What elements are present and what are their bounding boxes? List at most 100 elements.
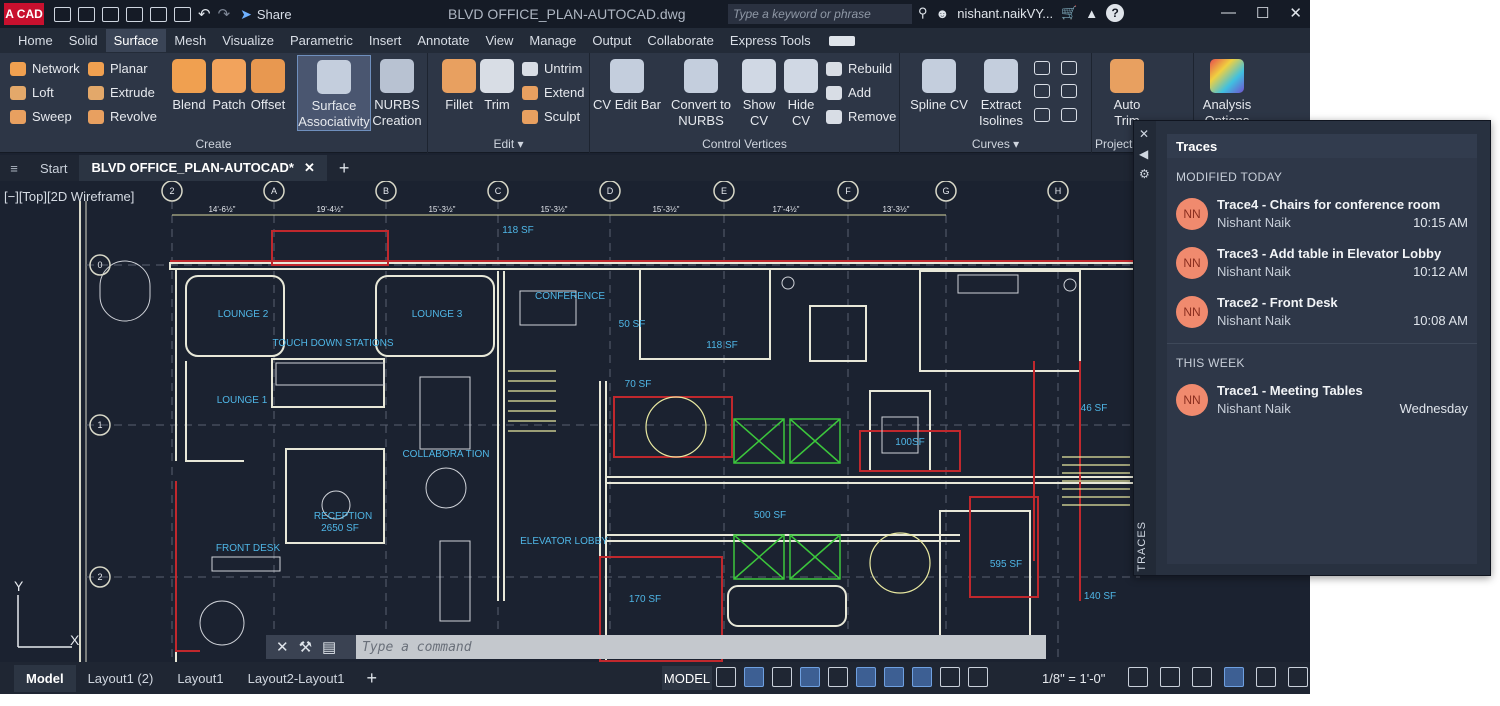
add-layout-icon[interactable]: + (356, 668, 387, 689)
annotation-visibility-icon[interactable] (912, 667, 932, 687)
analysis-options-button[interactable]: AnalysisOptions (1198, 59, 1256, 129)
auto-hide-icon[interactable]: ◀ (1139, 147, 1148, 161)
add-cv-button[interactable]: Add (826, 85, 871, 100)
tab-parametric[interactable]: Parametric (282, 29, 361, 52)
help-icon[interactable]: ? (1106, 4, 1125, 22)
object-snap-tracking-icon[interactable] (856, 667, 876, 687)
viewport-controls-label[interactable]: [−][Top][2D Wireframe] (4, 189, 134, 204)
curve-tool-6-icon[interactable] (1061, 107, 1077, 122)
close-palette-icon[interactable]: ✕ (1139, 127, 1149, 141)
ortho-icon[interactable] (772, 667, 792, 687)
layout-tab-layout1-2[interactable]: Layout1 (2) (76, 665, 166, 692)
maximize-icon[interactable]: ☐ (1256, 4, 1269, 22)
minimize-icon[interactable]: — (1221, 4, 1236, 22)
new-tab-icon[interactable]: + (327, 158, 362, 179)
surface-associativity-button[interactable]: Surface Associativity (297, 55, 371, 131)
user-icon[interactable]: ☻ (936, 6, 950, 21)
user-name[interactable]: nishant.naikVY... (957, 6, 1053, 21)
customization-menu-icon[interactable] (1288, 667, 1308, 687)
annotation-scale-icon[interactable] (968, 667, 988, 687)
planar-button[interactable]: Planar (88, 61, 148, 76)
trace-item[interactable]: NN Trace1 - Meeting Tables Nishant Naik … (1167, 376, 1477, 425)
network-button[interactable]: Network (10, 61, 80, 76)
ribbon-display-toggle-icon[interactable] (828, 35, 855, 46)
snap-icon[interactable] (744, 667, 764, 687)
tab-view[interactable]: View (477, 29, 521, 52)
tab-output[interactable]: Output (584, 29, 639, 52)
trace-item[interactable]: NN Trace4 - Chairs for conference room N… (1167, 190, 1477, 239)
units-icon[interactable] (1192, 667, 1212, 687)
trace-item[interactable]: NN Trace2 - Front Desk Nishant Naik 10:0… (1167, 288, 1477, 337)
search-icon[interactable]: ⚲ (918, 5, 928, 21)
tab-solid[interactable]: Solid (61, 29, 106, 52)
panel-title-edit[interactable]: Edit ▾ (428, 137, 589, 151)
curve-tool-5-icon[interactable] (1034, 107, 1050, 122)
save-icon[interactable] (102, 6, 119, 22)
nurbs-creation-button[interactable]: NURBS Creation (366, 59, 428, 129)
offset-button[interactable]: Offset (237, 59, 299, 113)
convert-to-nurbs-button[interactable]: Convert to NURBS (666, 59, 736, 129)
remove-cv-button[interactable]: Remove (826, 109, 896, 124)
tab-start[interactable]: Start (28, 156, 79, 181)
search-input[interactable]: Type a keyword or phrase (728, 4, 912, 24)
tab-manage[interactable]: Manage (521, 29, 584, 52)
grid-icon[interactable] (716, 667, 736, 687)
redo-icon[interactable]: ↷ (218, 5, 231, 23)
autodesk-icon[interactable]: ▲ (1085, 6, 1098, 21)
tab-annotate[interactable]: Annotate (409, 29, 477, 52)
polar-tracking-icon[interactable] (800, 667, 820, 687)
show-cv-button[interactable]: Show CV (736, 59, 782, 129)
palette-settings-icon[interactable]: ⚙ (1139, 167, 1150, 181)
tab-mesh[interactable]: Mesh (166, 29, 214, 52)
curve-tool-1-icon[interactable] (1034, 61, 1050, 75)
curve-tool-3-icon[interactable] (1034, 84, 1050, 99)
spline-cv-button[interactable]: Spline CV (906, 59, 972, 113)
layout-tab-layout2-layout1[interactable]: Layout2-Layout1 (236, 665, 357, 692)
isodraft-icon[interactable] (828, 667, 848, 687)
auto-trim-button[interactable]: Auto Trim (1098, 59, 1156, 129)
command-history-icon[interactable]: ▤ (322, 638, 336, 656)
share-button[interactable]: ➤ Share (240, 6, 291, 23)
extend-button[interactable]: Extend (522, 85, 584, 100)
object-snap-icon[interactable] (884, 667, 904, 687)
cv-edit-bar-button[interactable]: CV Edit Bar (592, 59, 662, 113)
revolve-button[interactable]: Revolve (88, 109, 157, 124)
untrim-button[interactable]: Untrim (522, 61, 582, 76)
tab-home[interactable]: Home (10, 29, 61, 52)
annotation-scale-value[interactable]: 1/8" = 1'-0" (1042, 671, 1105, 686)
trace-item[interactable]: NN Trace3 - Add table in Elevator Lobby … (1167, 239, 1477, 288)
clean-screen-icon[interactable] (1256, 667, 1276, 687)
undo-icon[interactable]: ↶ (198, 5, 211, 23)
rebuild-button[interactable]: Rebuild (826, 61, 892, 76)
tab-collaborate[interactable]: Collaborate (639, 29, 722, 52)
model-space-button[interactable]: MODEL (662, 666, 712, 690)
close-command-line-icon[interactable]: ✕ (276, 638, 289, 656)
curve-tool-2-icon[interactable] (1061, 61, 1077, 75)
loft-button[interactable]: Loft (10, 85, 54, 100)
hide-cv-button[interactable]: Hide CV (778, 59, 824, 129)
open-folder-icon[interactable] (78, 6, 95, 22)
save-as-icon[interactable] (126, 6, 143, 22)
quick-properties-icon[interactable] (1224, 667, 1244, 687)
file-tabs-menu-icon[interactable]: ≡ (0, 161, 28, 176)
panel-title-curves[interactable]: Curves ▾ (900, 137, 1091, 151)
layout-tab-model[interactable]: Model (14, 664, 76, 692)
close-icon[interactable]: ✕ (1289, 4, 1302, 22)
tab-visualize[interactable]: Visualize (214, 29, 282, 52)
customize-wrench-icon[interactable]: ⚒ (299, 638, 312, 656)
upload-icon[interactable] (150, 6, 167, 22)
tab-surface[interactable]: Surface (105, 29, 167, 52)
print-icon[interactable] (174, 6, 191, 22)
tab-active-drawing[interactable]: BLVD OFFICE_PLAN-AUTOCAD* ✕ (79, 155, 327, 181)
trim-button[interactable]: Trim (466, 59, 528, 113)
auto-scale-icon[interactable] (940, 667, 960, 687)
close-tab-icon[interactable]: ✕ (304, 160, 315, 176)
cart-icon[interactable]: 🛒 (1061, 5, 1077, 21)
annotation-monitor-icon[interactable] (1160, 667, 1180, 687)
new-file-icon[interactable] (54, 6, 71, 22)
layout-tab-layout1[interactable]: Layout1 (165, 665, 235, 692)
extrude-button[interactable]: Extrude (88, 85, 155, 100)
sweep-button[interactable]: Sweep (10, 109, 72, 124)
sculpt-button[interactable]: Sculpt (522, 109, 580, 124)
autocad-logo[interactable]: A CAD (4, 3, 44, 25)
